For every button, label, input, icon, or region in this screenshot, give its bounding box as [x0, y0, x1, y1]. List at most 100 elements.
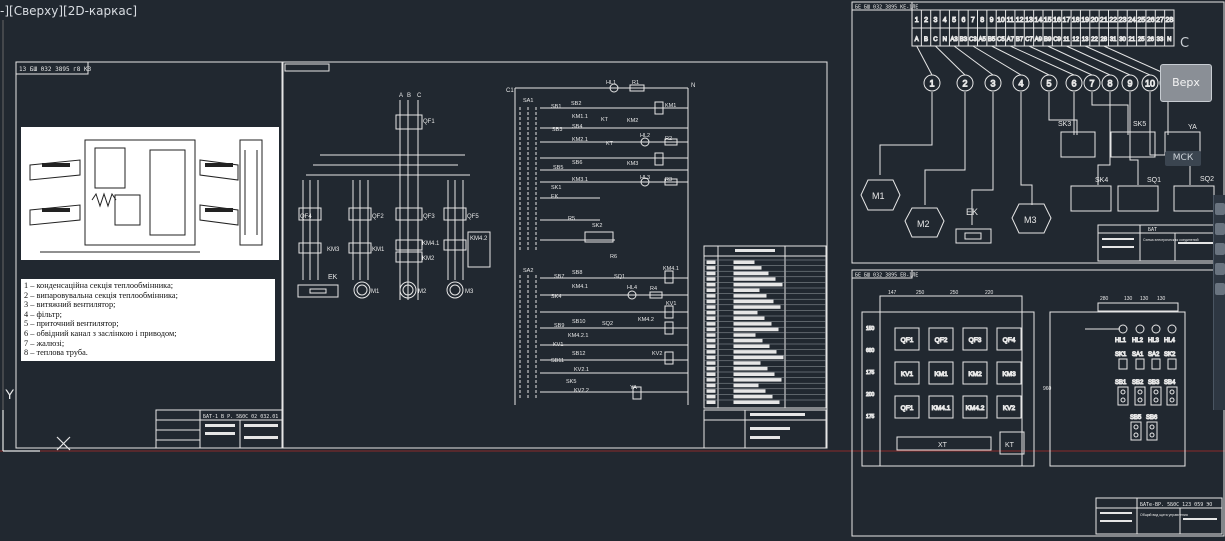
- terminal-number: 13: [1025, 17, 1033, 24]
- svg-text:SK3: SK3: [1058, 121, 1071, 128]
- svg-text:KV2: KV2: [652, 351, 662, 357]
- wire-number: 2: [962, 79, 967, 89]
- sheet-4[interactable]: БЕ БШ 032 3895 ЕВ-1ЛЕ QF1 QF2 QF3 QF4 KV1 KM1…: [851, 269, 1225, 537]
- spec-table-rows: [704, 259, 826, 404]
- svg-text:HL1: HL1: [606, 80, 616, 86]
- viewcube[interactable]: Верх: [1160, 64, 1212, 102]
- drawing-canvas[interactable]: Y 13 БШ 032 3895 г8 КЗ БАТ-1 В Р. 5Б0С 0…: [0, 0, 1225, 541]
- connection-lines: [879, 92, 1191, 225]
- svg-text:EK: EK: [551, 194, 559, 200]
- svg-text:SK4: SK4: [551, 294, 561, 300]
- door-switch-label: SA2: [1148, 352, 1160, 358]
- terminal-phase: A5: [979, 37, 987, 43]
- terminal-phase: 28: [1100, 37, 1107, 43]
- panel-layout: QF1 QF2 QF3 QF4 KV1 KM1 KM2 KM3 QF1 KM4.1 KM4.2 KV2…: [866, 326, 1022, 421]
- rail-n: N: [691, 83, 695, 89]
- breaker-qf2: QF2: [372, 214, 384, 220]
- svg-text:R2: R2: [665, 136, 672, 142]
- terminal-phase: B9: [1044, 37, 1052, 43]
- sheet4-stamp: БЕ БШ 032 3895 ЕВ-1ЛЕ: [855, 273, 918, 279]
- door-led: [1118, 324, 1128, 334]
- terminal-number: 2: [924, 17, 928, 24]
- svg-text:M2: M2: [917, 219, 930, 229]
- svg-text:KV2.2: KV2.2: [574, 388, 589, 394]
- svg-text:SQ2: SQ2: [1200, 176, 1214, 183]
- panel-top-dims: 147 250 250 220: [888, 290, 994, 296]
- door-switch: [1135, 358, 1145, 370]
- terminal-number: 19: [1081, 17, 1089, 24]
- terminal-phase: 31: [1110, 37, 1117, 43]
- panel-device-label: KM4.2: [966, 405, 985, 412]
- legend-line: 4 – фільтр;: [24, 309, 62, 319]
- terminal-number: 17: [1062, 17, 1070, 24]
- ucs-icon: [2, 410, 71, 452]
- legend-line: 2 – випаровувальна секція теплообмінника…: [24, 290, 178, 300]
- svg-text:SA1: SA1: [523, 98, 533, 104]
- sheet-3[interactable]: БЕ БШ 032 3895 КЕ-1ЛЕ 1A2B3C4N5A36B37C38…: [851, 1, 1225, 264]
- legend-line: 3 – витяжний вентилятор;: [24, 300, 116, 310]
- svg-text:SB12: SB12: [572, 351, 585, 357]
- branch-lines: [302, 180, 464, 280]
- steering-wheel-icon[interactable]: [1215, 283, 1225, 295]
- svg-text:280: 280: [1100, 296, 1109, 302]
- svg-text:KM3.1: KM3.1: [572, 177, 588, 183]
- terminal-number: 12: [1016, 17, 1024, 24]
- terminal-phase: B: [924, 37, 928, 43]
- terminal-number: 15: [1044, 17, 1052, 24]
- legend-line: 1 – конденсаційна секція теплообмінника;: [24, 281, 174, 290]
- compass-north-letter[interactable]: С: [1180, 36, 1189, 51]
- svg-text:SB6: SB6: [572, 160, 582, 166]
- door-switch-label: SA1: [1132, 352, 1144, 358]
- panel-device-label: KM1: [934, 371, 948, 378]
- wire-number: 3: [990, 79, 995, 89]
- sheet3-stamp: БЕ БШ 032 3895 КЕ-1ЛЕ: [855, 5, 918, 11]
- panel-device-label: KM3: [1002, 371, 1016, 378]
- door-switch-label: SK2: [1164, 352, 1176, 358]
- contactor-km2: KM2: [422, 256, 435, 262]
- power-circuit: [297, 100, 491, 300]
- door-button-label: SB1: [1115, 380, 1127, 386]
- svg-text:SK2: SK2: [592, 223, 602, 229]
- contactor-km4-2: KM4.2: [470, 236, 488, 242]
- svg-text:KM4.1: KM4.1: [572, 284, 588, 290]
- timer-kt: KT: [1005, 442, 1015, 449]
- breaker-qf4: QF4: [300, 214, 312, 220]
- rail-c1: C1: [506, 88, 514, 94]
- zoom-icon[interactable]: [1215, 223, 1225, 235]
- pan-icon[interactable]: [1215, 203, 1225, 215]
- door-led: [1167, 324, 1177, 334]
- wire-markers: 1234567891011: [916, 45, 1177, 92]
- panel-device-label: KV2: [1003, 405, 1016, 412]
- terminal-number: 25: [1137, 17, 1145, 24]
- svg-text:KV1: KV1: [553, 342, 563, 348]
- door-button-label: SB3: [1148, 380, 1160, 386]
- showmotion-icon[interactable]: [1215, 263, 1225, 275]
- breaker-qf3: QF3: [423, 214, 435, 220]
- door-switch: [1151, 358, 1161, 370]
- svg-text:250: 250: [950, 290, 959, 296]
- terminal-phase: C: [933, 37, 938, 43]
- door-switch: [1167, 358, 1177, 370]
- sheet-2[interactable]: A B C QF1 QF4 QF2 QF3 QF5 KM3 KM1 KM4.1 …: [282, 61, 828, 449]
- door-led: [1135, 324, 1145, 334]
- terminal-number: 16: [1053, 17, 1061, 24]
- sheet-1[interactable]: 13 БШ 032 3895 г8 КЗ БАТ-1 В Р. 5Б0С 02 …: [15, 61, 283, 449]
- wcs-menu[interactable]: МСК: [1165, 151, 1201, 166]
- phase-b: B: [407, 93, 411, 99]
- svg-text:HL2: HL2: [640, 133, 650, 139]
- contactor-km1: KM1: [372, 247, 385, 253]
- contactor-km3: KM3: [327, 247, 340, 253]
- svg-text:HL3: HL3: [640, 175, 650, 181]
- breaker-qf5: QF5: [467, 214, 479, 220]
- svg-text:SB10: SB10: [572, 319, 585, 325]
- navigation-bar[interactable]: [1213, 195, 1225, 410]
- terminal-phase: 25: [1138, 37, 1145, 43]
- svg-text:250: 250: [916, 290, 925, 296]
- svg-text:130: 130: [1140, 296, 1149, 302]
- svg-text:KM4.2: KM4.2: [638, 317, 654, 323]
- terminal-number: 10: [997, 17, 1005, 24]
- phase-c: C: [417, 93, 422, 99]
- orbit-icon[interactable]: [1215, 243, 1225, 255]
- terminal-number: 3: [933, 17, 937, 24]
- svg-text:KM1: KM1: [665, 103, 676, 109]
